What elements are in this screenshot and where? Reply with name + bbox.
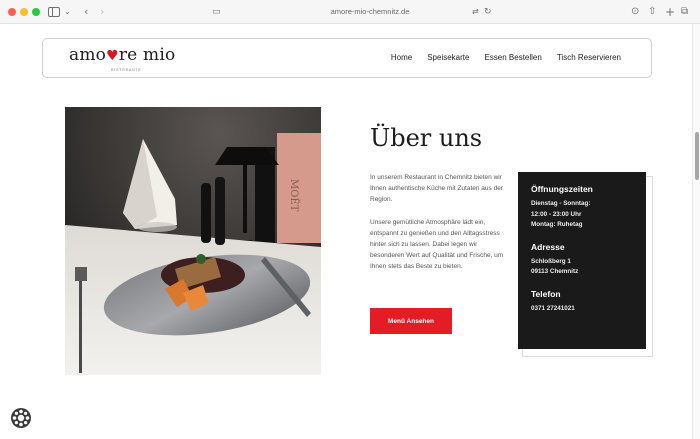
cookie-settings-icon[interactable]	[10, 407, 32, 429]
back-arrow-icon[interactable]: ‹	[84, 5, 88, 19]
address-title: Adresse	[531, 241, 565, 252]
scrollbar[interactable]	[692, 24, 700, 439]
champagne-box-label: MOËT	[288, 179, 300, 212]
address-street: Schloßberg 1	[531, 257, 571, 265]
phone-title: Telefon	[531, 288, 561, 299]
about-paragraph-2: Unsere gemütliche Atmosphäre lädt ein, e…	[370, 218, 504, 271]
page-content: amo♥re mio RISTORANTE Home Speisekarte E…	[0, 24, 692, 439]
reload-icon[interactable]: ↻	[484, 5, 492, 19]
address-bar[interactable]: amore-mio-chemnitz.de	[240, 4, 500, 20]
site-header: amo♥re mio RISTORANTE Home Speisekarte E…	[42, 38, 652, 78]
logo[interactable]: amo♥re mio	[69, 45, 175, 65]
sidebar-icon[interactable]	[48, 7, 60, 17]
about-text: In unserem Restaurant in Chemnitz bieten…	[370, 172, 505, 273]
phone: Telefon 0371 27241021	[531, 289, 633, 315]
scrollbar-thumb[interactable]	[695, 132, 699, 180]
nav-link-essen-bestellen[interactable]: Essen Bestellen	[484, 53, 541, 62]
restaurant-photo-illustration: MOËT	[65, 107, 321, 375]
url-text: amore-mio-chemnitz.de	[330, 7, 410, 16]
minimize-window-button[interactable]	[20, 8, 28, 16]
opening-hours-title: Öffnungszeiten	[531, 184, 593, 194]
about-paragraph-1: In unserem Restaurant in Chemnitz bieten…	[370, 174, 503, 204]
opening-hours-line-1: Dienstag - Sonntag:	[531, 200, 591, 207]
opening-hours: Öffnungszeiten Dienstag - Sonntag: 12:00…	[531, 184, 633, 231]
zoom-window-button[interactable]	[32, 8, 40, 16]
close-window-button[interactable]	[8, 8, 16, 16]
forward-arrow-icon[interactable]: ›	[100, 5, 104, 19]
logo-subtitle: RISTORANTE	[111, 68, 142, 72]
opening-hours-line-2: 12:00 - 23:00 Uhr	[531, 210, 582, 218]
nav-link-home[interactable]: Home	[391, 53, 412, 62]
restaurant-photo: MOËT	[65, 107, 321, 375]
address-city: 09113 Chemnitz	[531, 268, 579, 276]
chevron-down-icon[interactable]: ⌄	[64, 5, 71, 19]
address: Adresse Schloßberg 1 09113 Chemnitz	[531, 242, 633, 278]
nav-link-speisekarte[interactable]: Speisekarte	[427, 53, 469, 62]
page-title: Über uns	[370, 124, 483, 152]
info-box: Öffnungszeiten Dienstag - Sonntag: 12:00…	[518, 172, 646, 349]
nav-link-tisch-reservieren[interactable]: Tisch Reservieren	[557, 53, 621, 62]
logo-text-start: amo	[69, 45, 107, 65]
download-icon[interactable]: ⊙	[631, 5, 639, 19]
logo-text-end: re mio	[118, 45, 176, 65]
new-tab-icon[interactable]: +	[665, 5, 675, 19]
heart-icon: ♥	[106, 48, 119, 64]
share-icon[interactable]: ⇧	[648, 5, 656, 19]
translate-icon[interactable]: ⇄	[472, 5, 479, 19]
menu-button[interactable]: Menü Ansehen	[370, 308, 452, 334]
cookie-settings-icon-graphic	[11, 408, 31, 428]
page-settings-icon[interactable]: ▭	[212, 5, 221, 19]
main-nav: Home Speisekarte Essen Bestellen Tisch R…	[391, 53, 621, 62]
browser-toolbar: ⌄ ‹ › ▭ amore-mio-chemnitz.de ⇄ ↻ ⊙ ⇧ + …	[0, 0, 700, 24]
opening-hours-line-3: Montag: Ruhetag	[531, 221, 583, 229]
phone-number[interactable]: 0371 27241021	[531, 304, 633, 315]
tab-overview-icon[interactable]: ⧉	[681, 5, 688, 19]
